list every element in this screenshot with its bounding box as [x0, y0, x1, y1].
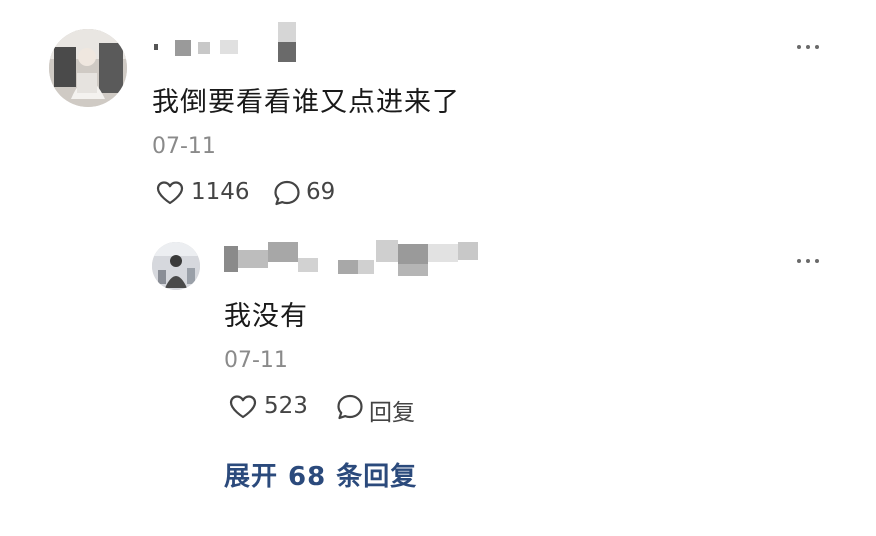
speech-bubble-icon [274, 180, 300, 206]
reply-username-redacted[interactable] [222, 240, 484, 280]
reply-text: 我没有 [224, 301, 308, 332]
reply-avatar-image [152, 242, 200, 290]
avatar[interactable] [49, 29, 127, 107]
reply-label: 回复 [369, 400, 415, 426]
reply-date: 07-11 [224, 348, 288, 373]
reply-like-count: 523 [264, 393, 308, 419]
comment-thread: 我倒要看看谁又点进来了 07-11 1146 69 我没有 07-11 523 … [0, 0, 876, 536]
heart-outline-icon [156, 181, 184, 205]
more-button[interactable] [797, 45, 819, 49]
reply-more-button[interactable] [797, 259, 819, 263]
reply-button[interactable]: 回复 [336, 391, 422, 426]
avatar-image [49, 29, 127, 107]
username-redacted[interactable] [150, 22, 310, 66]
speech-bubble-icon [337, 394, 363, 420]
like-count: 1146 [191, 179, 250, 205]
more-dots-icon [797, 259, 801, 263]
like-button[interactable]: 1146 [156, 177, 250, 211]
expand-replies-link[interactable]: 展开 68 条回复 [224, 456, 417, 493]
reply-like-button[interactable]: 523 [229, 391, 313, 425]
more-dots-icon [797, 45, 801, 49]
reply-count-button[interactable]: 69 [273, 177, 343, 211]
comment-date: 07-11 [152, 134, 216, 159]
heart-outline-icon [229, 395, 257, 419]
comment-text: 我倒要看看谁又点进来了 [152, 87, 460, 118]
reply-count: 69 [306, 179, 336, 205]
reply-avatar[interactable] [152, 242, 200, 290]
